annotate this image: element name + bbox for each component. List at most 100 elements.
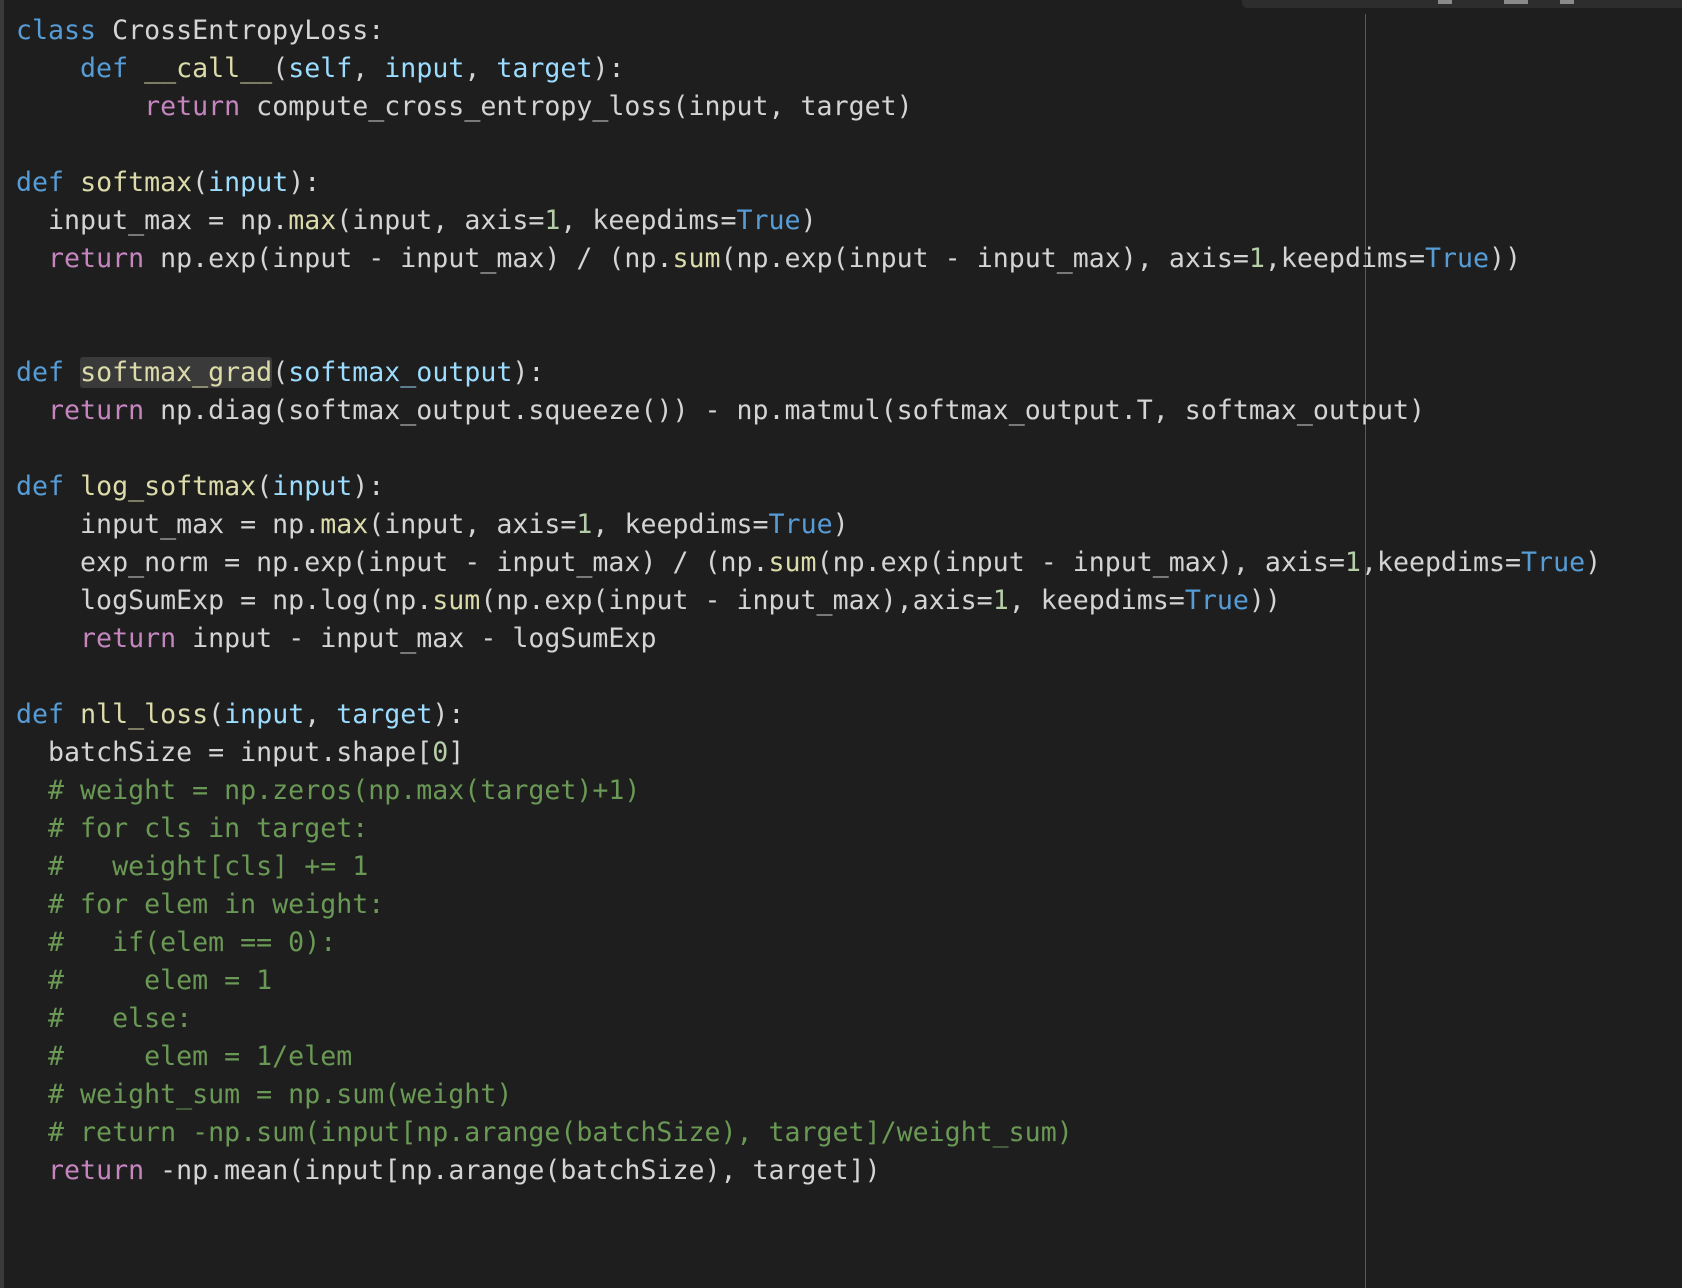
code-line[interactable] (16, 658, 1682, 696)
code-token: # for cls in target: (16, 813, 369, 844)
code-line[interactable]: # for cls in target: (16, 810, 1682, 848)
code-line[interactable]: return np.exp(input - input_max) / (np.s… (16, 240, 1682, 278)
code-token: 1 (992, 585, 1009, 616)
code-token: nll_loss (80, 699, 209, 730)
code-token: return (80, 623, 177, 654)
code-line[interactable]: class CrossEntropyLoss: (16, 12, 1682, 50)
toolbar-icon[interactable] (1504, 0, 1528, 4)
code-token: self (288, 53, 353, 84)
code-token: max (320, 509, 369, 540)
code-token: ) (832, 509, 849, 540)
code-token: compute_cross_entropy_loss(input, target… (240, 91, 913, 122)
code-line[interactable]: logSumExp = np.log(np.sum(np.exp(input -… (16, 582, 1682, 620)
code-line[interactable]: # elem = 1 (16, 962, 1682, 1000)
code-token: return (144, 91, 241, 122)
code-token: def (80, 53, 129, 84)
toolbar-icon[interactable] (1560, 0, 1574, 4)
code-line[interactable]: return compute_cross_entropy_loss(input,… (16, 88, 1682, 126)
code-token: input (384, 53, 465, 84)
code-line[interactable]: def log_softmax(input): (16, 468, 1682, 506)
code-token: (input, axis= (368, 509, 577, 540)
code-line[interactable] (16, 430, 1682, 468)
code-token: ): (432, 699, 465, 730)
code-area[interactable]: class CrossEntropyLoss: def __call__(sel… (16, 12, 1682, 1190)
code-line[interactable]: exp_norm = np.exp(input - input_max) / (… (16, 544, 1682, 582)
code-token: # elem = 1/elem (16, 1041, 353, 1072)
code-token: exp_norm = np.exp(input - input_max) / (… (16, 547, 769, 578)
code-line[interactable]: # return -np.sum(input[np.arange(batchSi… (16, 1114, 1682, 1152)
code-token: ( (272, 53, 289, 84)
code-token: )) (1248, 585, 1281, 616)
code-token: True (1184, 585, 1249, 616)
code-token: 1 (576, 509, 593, 540)
code-token: def (16, 471, 65, 502)
code-token: __call__ (144, 53, 273, 84)
code-line[interactable]: # weight[cls] += 1 (16, 848, 1682, 886)
code-line[interactable]: # else: (16, 1000, 1682, 1038)
code-token: ( (208, 699, 225, 730)
code-token: return (48, 395, 145, 426)
code-token: True (1521, 547, 1586, 578)
code-token: ( (272, 357, 289, 388)
code-token: ) (1585, 547, 1602, 578)
code-token: def (16, 167, 65, 198)
toolbar-icon[interactable] (1438, 0, 1452, 4)
code-line[interactable] (16, 278, 1682, 316)
editor-toolbar-strip (1242, 0, 1682, 8)
code-line[interactable]: # elem = 1/elem (16, 1038, 1682, 1076)
code-token: sum (672, 243, 721, 274)
code-token: 1 (544, 205, 561, 236)
code-token: return (48, 243, 145, 274)
code-token: , keepdims= (592, 509, 769, 540)
code-line[interactable]: def __call__(self, input, target): (16, 50, 1682, 88)
code-line[interactable]: return np.diag(softmax_output.squeeze())… (16, 392, 1682, 430)
code-line[interactable]: batchSize = input.shape[0] (16, 734, 1682, 772)
code-token: , (352, 53, 385, 84)
code-token: ( (192, 167, 209, 198)
code-token: target (336, 699, 433, 730)
code-token: ): (288, 167, 321, 198)
code-token: input (272, 471, 353, 502)
code-token: max (288, 205, 337, 236)
code-token: 0 (432, 737, 449, 768)
code-token: return (48, 1155, 145, 1186)
code-line[interactable]: # for elem in weight: (16, 886, 1682, 924)
code-line[interactable]: def nll_loss(input, target): (16, 696, 1682, 734)
code-editor[interactable]: class CrossEntropyLoss: def __call__(sel… (0, 0, 1682, 1288)
code-token: input_max = np. (16, 509, 321, 540)
code-token: batchSize = input.shape[ (16, 737, 433, 768)
code-line[interactable]: return -np.mean(input[np.arange(batchSiz… (16, 1152, 1682, 1190)
code-line[interactable]: # if(elem == 0): (16, 924, 1682, 962)
code-token: ) (800, 205, 817, 236)
code-token: (np.exp(input - input_max),axis= (480, 585, 993, 616)
code-token: softmax_output (288, 357, 513, 388)
code-token: # elem = 1 (16, 965, 273, 996)
code-token: ] (448, 737, 465, 768)
code-line[interactable]: # weight_sum = np.sum(weight) (16, 1076, 1682, 1114)
code-token: True (768, 509, 833, 540)
code-token: softmax (80, 167, 193, 198)
code-line[interactable]: return input - input_max - logSumExp (16, 620, 1682, 658)
code-line[interactable] (16, 126, 1682, 164)
code-token: target (496, 53, 593, 84)
code-line[interactable]: def softmax(input): (16, 164, 1682, 202)
code-token: (input, axis= (336, 205, 545, 236)
code-token: sum (432, 585, 481, 616)
code-token: 1 (1344, 547, 1361, 578)
code-line[interactable]: # weight = np.zeros(np.max(target)+1) (16, 772, 1682, 810)
code-token: # else: (16, 1003, 193, 1034)
code-token: (np.exp(input - input_max), axis= (720, 243, 1249, 274)
code-token: (np.exp(input - input_max), axis= (816, 547, 1345, 578)
code-token: , (464, 53, 497, 84)
code-line[interactable]: input_max = np.max(input, axis=1, keepdi… (16, 506, 1682, 544)
code-line[interactable]: def softmax_grad(softmax_output): (16, 354, 1682, 392)
code-token: def (16, 699, 65, 730)
code-line[interactable] (16, 316, 1682, 354)
code-line[interactable]: input_max = np.max(input, axis=1, keepdi… (16, 202, 1682, 240)
code-token: , (304, 699, 337, 730)
